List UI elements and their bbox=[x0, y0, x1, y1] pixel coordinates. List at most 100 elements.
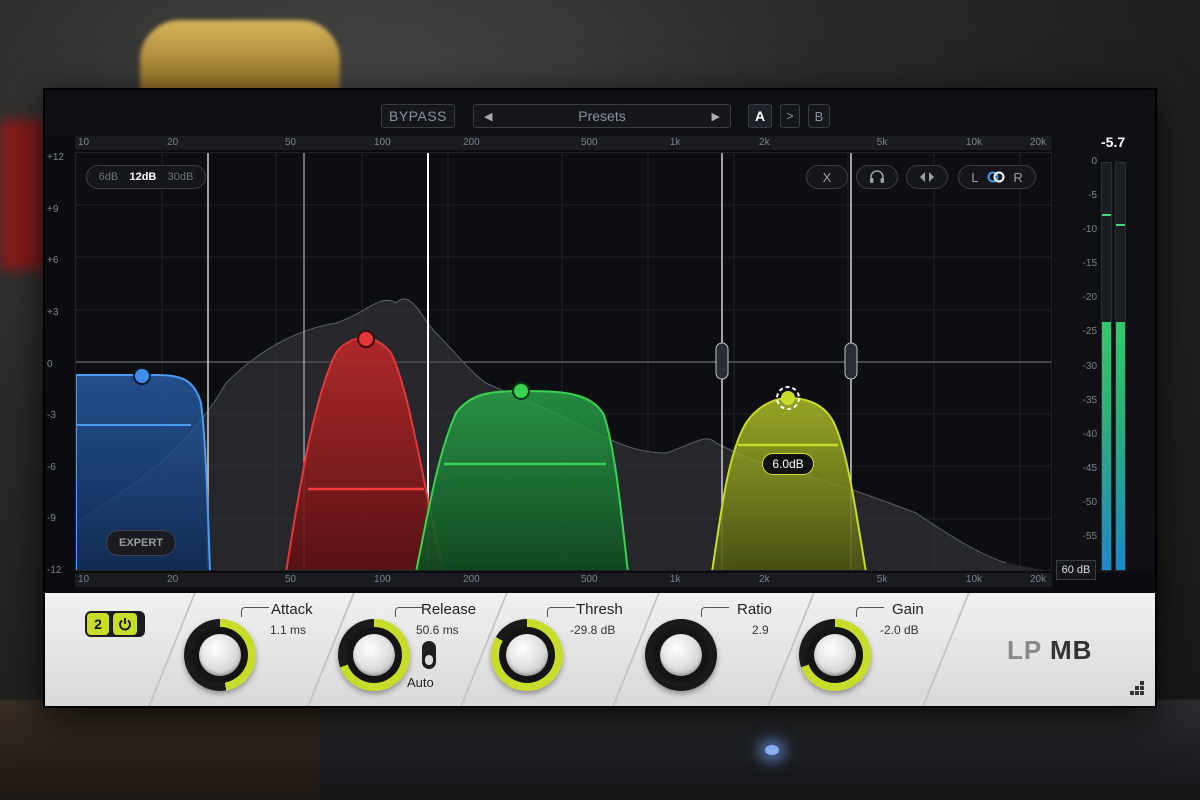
band-2-handle[interactable] bbox=[357, 330, 375, 348]
knob-cap bbox=[353, 634, 395, 676]
frequency-label: 20 bbox=[167, 574, 179, 585]
range-option-12db[interactable]: 12dB bbox=[129, 171, 156, 183]
threshold-value: -29.8 dB bbox=[570, 623, 616, 637]
meter-scale-label: -25 bbox=[1082, 326, 1097, 338]
presets-selector[interactable]: ◀ Presets ▶ bbox=[473, 104, 731, 128]
frequency-label: 2k bbox=[759, 574, 770, 585]
attack-value: 1.1 ms bbox=[270, 623, 307, 637]
meter-scale-label: -10 bbox=[1082, 224, 1097, 236]
meter-scale-label: -20 bbox=[1082, 292, 1097, 304]
background-laptop bbox=[320, 700, 1200, 800]
band-selector[interactable]: 2 bbox=[85, 611, 145, 637]
meter-scale-label: -55 bbox=[1082, 530, 1097, 542]
meter-scale-label: -30 bbox=[1082, 360, 1097, 372]
delta-button[interactable] bbox=[906, 165, 948, 189]
band-3-handle[interactable] bbox=[512, 382, 530, 400]
db-label: -3 bbox=[47, 410, 56, 422]
knob-cap bbox=[814, 634, 856, 676]
gain-label: Gain bbox=[892, 601, 924, 618]
knob-cap bbox=[199, 634, 241, 676]
mute-button[interactable]: X bbox=[806, 165, 848, 189]
logo-lp: LP bbox=[1007, 635, 1042, 665]
background-led bbox=[765, 745, 779, 755]
stereo-link-control[interactable]: L R bbox=[958, 165, 1036, 189]
plugin-window: BYPASS ◀ Presets ▶ A > B 10 20 50 100 200 500… bbox=[43, 88, 1157, 708]
frequency-label: 2k bbox=[759, 137, 770, 148]
arrows-icon bbox=[920, 172, 934, 182]
spectrum-svg bbox=[76, 153, 1051, 570]
left-channel-button[interactable]: L bbox=[971, 170, 978, 185]
knob-ring bbox=[653, 627, 709, 683]
expert-button[interactable]: EXPERT bbox=[106, 530, 176, 556]
frequency-label: 10k bbox=[965, 574, 983, 585]
right-channel-button[interactable]: R bbox=[1013, 170, 1022, 185]
threshold-knob[interactable] bbox=[491, 619, 563, 691]
db-label: 0 bbox=[47, 358, 53, 370]
product-logo: LP MB bbox=[1007, 635, 1092, 666]
frequency-label: 10k bbox=[965, 137, 983, 148]
frequency-label: 200 bbox=[463, 574, 480, 585]
meter-range-button[interactable]: 60 dB bbox=[1056, 560, 1096, 580]
ratio-knob[interactable] bbox=[645, 619, 717, 691]
release-knob[interactable] bbox=[338, 619, 410, 691]
attack-knob[interactable] bbox=[184, 619, 256, 691]
band-4-handle[interactable] bbox=[781, 391, 795, 405]
power-button[interactable] bbox=[113, 613, 137, 635]
frequency-label: 5k bbox=[876, 574, 888, 585]
crossover-handle-2[interactable] bbox=[844, 342, 858, 380]
band-controls-panel: 2 Attack 1.1 ms Release 50.6 ms Auto Thr… bbox=[45, 593, 1155, 706]
power-icon bbox=[119, 618, 131, 631]
link-icon[interactable] bbox=[987, 170, 1005, 184]
meter-left-channel bbox=[1101, 162, 1112, 571]
frequency-label: 50 bbox=[284, 137, 296, 148]
resize-grid-icon[interactable] bbox=[1130, 681, 1144, 695]
db-label: -6 bbox=[47, 461, 56, 473]
preset-prev-icon[interactable]: ◀ bbox=[484, 110, 492, 123]
bypass-button[interactable]: BYPASS bbox=[381, 104, 455, 128]
param-hook bbox=[241, 607, 269, 617]
range-option-6db[interactable]: 6dB bbox=[99, 171, 119, 183]
frequency-scale-top: 10 20 50 100 200 500 1k 2k 5k 10k 20k bbox=[75, 136, 1052, 150]
band-gain-tag: 6.0dB bbox=[762, 453, 814, 475]
logo-mb: MB bbox=[1050, 635, 1093, 665]
gain-value: -2.0 dB bbox=[880, 623, 919, 637]
top-toolbar: BYPASS ◀ Presets ▶ A > B bbox=[45, 90, 1155, 136]
range-selector[interactable]: 6dB 12dB 30dB bbox=[86, 165, 206, 189]
range-option-30db[interactable]: 30dB bbox=[168, 171, 194, 183]
knob-cap bbox=[506, 634, 548, 676]
frequency-scale-bottom: 10 20 50 100 200 500 1k 2k 5k 10k 20k bbox=[75, 573, 1052, 587]
band-4-curve bbox=[711, 396, 867, 570]
meter-peak-value: -5.7 bbox=[1101, 134, 1126, 150]
crossover-handle-1[interactable] bbox=[715, 342, 729, 380]
knob-ring bbox=[192, 627, 248, 683]
ab-a-button[interactable]: A bbox=[748, 104, 772, 128]
param-hook bbox=[395, 607, 423, 617]
band-number[interactable]: 2 bbox=[87, 613, 109, 635]
release-value: 50.6 ms bbox=[416, 623, 459, 637]
headphones-icon bbox=[870, 170, 884, 183]
frequency-label: 20k bbox=[1030, 574, 1047, 585]
band-1-handle[interactable] bbox=[133, 367, 151, 385]
ab-copy-button[interactable]: > bbox=[780, 104, 800, 128]
param-hook bbox=[701, 607, 729, 617]
meter-scale-label: 0 bbox=[1091, 156, 1097, 167]
knob-ring bbox=[346, 627, 402, 683]
background-light bbox=[0, 120, 45, 270]
knob-ring bbox=[499, 627, 555, 683]
meter-left-hold bbox=[1102, 214, 1111, 217]
spectrum-graph[interactable]: 6dB 12dB 30dB X L R EXPERT 6.0dB bbox=[75, 152, 1052, 571]
solo-button[interactable] bbox=[856, 165, 898, 189]
meter-right-fill bbox=[1116, 322, 1125, 570]
meter-left-fill bbox=[1102, 322, 1111, 570]
meter-scale-label: -50 bbox=[1082, 496, 1097, 508]
auto-release-toggle[interactable] bbox=[422, 641, 436, 669]
release-label: Release bbox=[421, 601, 477, 618]
meter-scale-label: -35 bbox=[1082, 394, 1097, 406]
gain-knob[interactable] bbox=[799, 619, 871, 691]
frequency-label: 50 bbox=[284, 574, 296, 585]
preset-next-icon[interactable]: ▶ bbox=[712, 110, 720, 123]
ab-b-button[interactable]: B bbox=[808, 104, 830, 128]
ratio-label: Ratio bbox=[737, 601, 773, 618]
db-label: +6 bbox=[47, 255, 59, 267]
db-label: +12 bbox=[47, 152, 64, 163]
